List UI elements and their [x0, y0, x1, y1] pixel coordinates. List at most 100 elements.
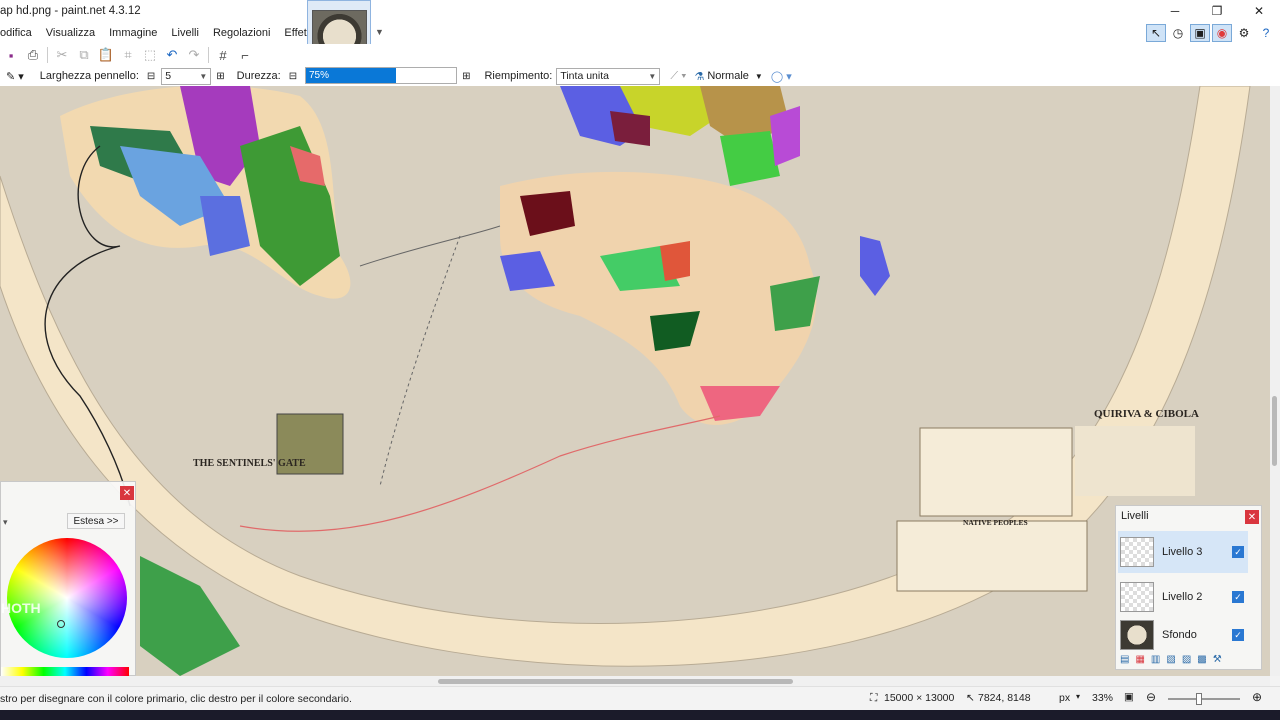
window-controls: ─ ❐ ✕: [1154, 0, 1280, 22]
layer-row-livello2[interactable]: Livello 2 ✓: [1118, 576, 1248, 618]
layer-thumbnail: [1120, 537, 1154, 567]
close-icon[interactable]: ✕: [1245, 510, 1259, 524]
visibility-checkbox[interactable]: ✓: [1232, 591, 1244, 603]
map-artwork: [0, 86, 1251, 676]
layer-name: Sfondo: [1162, 629, 1197, 641]
duplicate-layer-icon[interactable]: ▥: [1151, 654, 1160, 665]
layer-name: Livello 3: [1162, 546, 1203, 558]
fill-value: Tinta unita: [560, 70, 609, 82]
save-icon[interactable]: ▪: [0, 45, 22, 65]
blend-mode-value[interactable]: Normale: [707, 70, 749, 82]
color-wheel[interactable]: [7, 538, 127, 658]
undo-icon[interactable]: ↶: [161, 45, 183, 65]
increase-hardness-icon[interactable]: ⊞: [462, 71, 470, 82]
layer-row-livello3[interactable]: Livello 3 ✓: [1118, 531, 1248, 573]
brush-width-field[interactable]: 5 ▼: [161, 67, 212, 85]
brush-width-value: 5: [165, 70, 172, 82]
vertical-scroll-thumb[interactable]: [1272, 396, 1277, 466]
vertical-scrollbar[interactable]: [1270, 86, 1280, 676]
chevron-down-icon: ▼: [648, 71, 657, 81]
fit-window-icon[interactable]: ▣: [1124, 691, 1134, 703]
cut-icon[interactable]: ✂: [51, 45, 73, 65]
image-size: 15000 × 13000: [884, 692, 955, 704]
brush-width-label: Larghezza pennello:: [39, 70, 139, 82]
layers-panel-title: Livelli: [1121, 510, 1149, 522]
taskbar: [0, 710, 1280, 720]
menu-image[interactable]: Immagine: [102, 27, 164, 39]
visibility-checkbox[interactable]: ✓: [1232, 546, 1244, 558]
menu-adjustments[interactable]: Regolazioni: [206, 27, 277, 39]
colors-window-icon[interactable]: ◉: [1212, 24, 1232, 42]
close-icon[interactable]: ✕: [120, 486, 134, 500]
chevron-down-icon[interactable]: ▼: [755, 72, 763, 81]
increase-width-icon[interactable]: ⊞: [216, 71, 224, 82]
grid-icon[interactable]: #: [212, 45, 234, 65]
deselect-icon[interactable]: ⬚: [139, 45, 161, 65]
menu-view[interactable]: Visualizza: [39, 27, 102, 39]
brush-icon[interactable]: ✎ ▾: [6, 70, 24, 83]
copy-icon[interactable]: ⧉: [73, 45, 95, 65]
history-window-icon[interactable]: ◷: [1168, 24, 1188, 42]
palette-strip[interactable]: [1, 667, 129, 676]
zoom-slider[interactable]: [1168, 693, 1240, 705]
color-wheel-saturation: [7, 538, 127, 658]
fill-label: Riempimento:: [484, 70, 553, 82]
zoom-in-icon[interactable]: ⊕: [1252, 690, 1262, 704]
cursor-position: 7824, 8148: [978, 692, 1031, 704]
alpha-blending-icon[interactable]: ◯ ▾: [771, 70, 792, 83]
extended-mode-button[interactable]: Estesa >>: [67, 513, 125, 529]
title-bar: ap hd.png - paint.net 4.3.12 ─ ❐ ✕: [0, 0, 1280, 22]
color-picker-handle[interactable]: [57, 620, 65, 628]
blend-mode-icon[interactable]: ⚗: [694, 70, 704, 83]
visibility-checkbox[interactable]: ✓: [1232, 629, 1244, 641]
decrease-width-icon[interactable]: ⊟: [147, 71, 155, 82]
restore-icon[interactable]: ❐: [1196, 0, 1238, 22]
delete-layer-icon[interactable]: ▦: [1135, 654, 1144, 665]
colors-panel: ✕ ▾ Estesa >> HOTH: [0, 481, 136, 676]
hardness-label: Durezza:: [236, 70, 281, 82]
crop-icon[interactable]: ⌗: [117, 45, 139, 65]
help-icon[interactable]: ?: [1256, 24, 1276, 42]
antialias-icon[interactable]: ⟋ ▾: [670, 70, 686, 83]
zoom-value[interactable]: 33%: [1092, 692, 1113, 704]
horizontal-scrollbar[interactable]: [0, 676, 1270, 686]
ruler-icon[interactable]: ⌐: [234, 45, 256, 65]
layers-window-icon[interactable]: ▣: [1190, 24, 1210, 42]
separator: [208, 47, 209, 63]
move-down-icon[interactable]: ▩: [1197, 654, 1206, 665]
decrease-hardness-icon[interactable]: ⊟: [289, 71, 297, 82]
zoom-out-icon[interactable]: ⊖: [1146, 690, 1156, 704]
separator: [47, 47, 48, 63]
merge-layer-icon[interactable]: ▧: [1166, 654, 1175, 665]
move-up-icon[interactable]: ▨: [1182, 654, 1191, 665]
settings-icon[interactable]: ⚙: [1234, 24, 1254, 42]
menu-edit[interactable]: odifica: [0, 27, 39, 39]
layer-thumbnail: [1120, 582, 1154, 612]
redo-icon[interactable]: ↷: [183, 45, 205, 65]
layer-properties-icon[interactable]: ⚒: [1213, 654, 1222, 665]
status-hint: stro per disegnare con il colore primari…: [0, 692, 352, 705]
horizontal-scroll-thumb[interactable]: [438, 679, 793, 684]
map-label-native-peoples: NATIVE PEOPLES: [963, 518, 1028, 527]
fill-select[interactable]: Tinta unita ▼: [556, 67, 661, 85]
close-window-icon[interactable]: ✕: [1238, 0, 1280, 22]
layer-row-sfondo[interactable]: Sfondo ✓: [1118, 620, 1248, 650]
cursor-icon: ↖: [966, 692, 975, 704]
window-title: ap hd.png - paint.net 4.3.12: [0, 5, 141, 17]
menu-layers[interactable]: Livelli: [164, 27, 206, 39]
zoom-slider-handle[interactable]: [1196, 693, 1202, 705]
layer-thumbnail: [1120, 620, 1154, 650]
chevron-down-icon: ▼: [199, 71, 208, 81]
minimize-icon[interactable]: ─: [1154, 0, 1196, 22]
unit-select[interactable]: px: [1059, 692, 1070, 704]
add-layer-icon[interactable]: ▤: [1120, 654, 1129, 665]
chevron-down-icon[interactable]: ▼: [375, 27, 384, 37]
chevron-down-icon[interactable]: ▾: [3, 517, 8, 528]
print-icon[interactable]: ⎙: [22, 45, 44, 65]
hardness-slider[interactable]: 75%: [305, 67, 457, 84]
tools-window-icon[interactable]: ↖: [1146, 24, 1166, 42]
chevron-down-icon[interactable]: ▾: [1076, 692, 1080, 701]
paste-icon[interactable]: 📋: [95, 45, 117, 65]
layer-name: Livello 2: [1162, 591, 1203, 603]
image-canvas[interactable]: THE SENTINELS' GATE QUIRIVA & CIBOLA NAT…: [0, 86, 1270, 676]
